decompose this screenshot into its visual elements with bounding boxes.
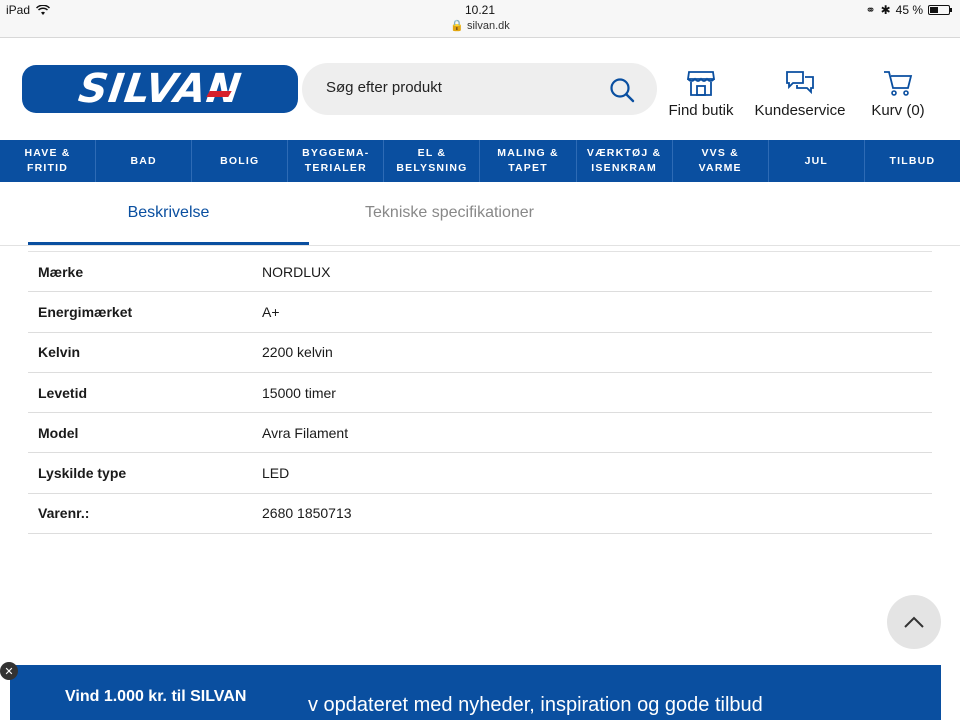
find-store-link[interactable]: Find butik [666, 68, 736, 119]
cart-icon [884, 71, 913, 96]
spec-label: Energimærket [38, 303, 133, 320]
table-row: Kelvin 2200 kelvin [28, 333, 932, 373]
customer-service-label: Kundeservice [754, 102, 846, 119]
nav-item-bad[interactable]: BAD [96, 140, 193, 182]
cart-label: Kurv (0) [871, 102, 925, 119]
banner-text: v opdateret med nyheder, inspiration og … [308, 694, 763, 716]
nav-item-tilbud[interactable]: TILBUD [865, 140, 960, 182]
specs-table: Mærke NORDLUX Energimærket A+ Kelvin 220… [28, 251, 932, 535]
spec-label: Mærke [38, 263, 84, 280]
chat-icon [786, 71, 814, 95]
battery-level [930, 7, 939, 13]
status-bar: iPad 10.21 🔒 silvan.dk ⚭ ✱ 45 % [0, 0, 960, 38]
table-row: Levetid 15000 timer [28, 373, 932, 414]
tab-beskrivelse[interactable]: Beskrivelse [28, 204, 309, 222]
customer-service-link[interactable]: Kundeservice [752, 68, 848, 119]
newsletter-banner[interactable]: Vind 1.000 kr. til SILVAN v opdateret me… [10, 665, 941, 720]
spec-value: 15000 timer [262, 384, 336, 401]
table-row: Mærke NORDLUX [28, 252, 932, 293]
find-store-label: Find butik [668, 102, 734, 119]
battery-percent: 45 % [895, 3, 923, 17]
spec-label: Lyskilde type [38, 465, 127, 482]
orientation-lock-icon: ⚭ [865, 3, 876, 17]
spec-label: Varenr.: [38, 505, 90, 522]
active-tab-indicator [28, 242, 309, 245]
nav-item-byggematerialer[interactable]: BYGGEMA- TERIALER [288, 140, 385, 182]
table-row: Model Avra Filament [28, 413, 932, 454]
search-bar [302, 63, 657, 115]
spec-value: LED [262, 465, 290, 482]
spec-value: 2680 1850713 [262, 505, 352, 522]
spec-label: Model [38, 424, 79, 441]
nav-item-el-belysning[interactable]: EL & BELYSNING [384, 140, 481, 182]
address-bar[interactable]: 🔒 silvan.dk [0, 19, 960, 32]
spec-value: Avra Filament [262, 424, 349, 441]
close-icon[interactable]: ✕ [0, 662, 18, 680]
nav-item-bolig[interactable]: BOLIG [192, 140, 289, 182]
scroll-to-top-button[interactable] [887, 595, 941, 649]
spec-value: A+ [262, 303, 280, 320]
nav-item-vvs-varme[interactable]: VVS & VARME [673, 140, 769, 182]
logo-accent [206, 91, 232, 97]
spec-label: Kelvin [38, 344, 81, 361]
search-input[interactable] [326, 79, 586, 96]
category-nav: HAVE & FRITID BAD BOLIG BYGGEMA- TERIALE… [0, 140, 960, 182]
nav-item-vaerktoej-isenkram[interactable]: VÆRKTØJ & ISENKRAM [577, 140, 673, 182]
product-tabs: Beskrivelse Tekniske specifikationer [0, 182, 960, 246]
nav-item-jul[interactable]: JUL [769, 140, 865, 182]
nav-item-maling-tapet[interactable]: MALING & TAPET [480, 140, 577, 182]
store-icon [686, 71, 716, 96]
status-time: 10.21 [464, 3, 496, 17]
cart-link[interactable]: Kurv (0) [866, 68, 930, 119]
status-right: ⚭ ✱ 45 % [865, 3, 952, 17]
banner-title: Vind 1.000 kr. til SILVAN [65, 688, 247, 705]
logo-text: SILVAN [75, 66, 245, 112]
battery-icon [928, 5, 952, 15]
chevron-up-icon [904, 616, 924, 628]
spec-label: Levetid [38, 384, 88, 401]
search-icon[interactable] [609, 77, 635, 103]
spec-value: NORDLUX [262, 263, 331, 280]
table-row: Lyskilde type LED [28, 453, 932, 494]
url-text: silvan.dk [466, 20, 510, 32]
tab-tekniske-specifikationer[interactable]: Tekniske specifikationer [309, 204, 590, 222]
site-header: SILVAN Find butik Kundeservice Kurv ( [0, 38, 960, 140]
spec-value: 2200 kelvin [262, 344, 333, 361]
silvan-logo[interactable]: SILVAN [22, 65, 298, 113]
bluetooth-icon: ✱ [880, 3, 891, 17]
lock-icon: 🔒 [450, 20, 464, 32]
nav-item-have-fritid[interactable]: HAVE & FRITID [0, 140, 97, 182]
table-row: Energimærket A+ [28, 292, 932, 333]
table-row: Varenr.: 2680 1850713 [28, 494, 932, 535]
